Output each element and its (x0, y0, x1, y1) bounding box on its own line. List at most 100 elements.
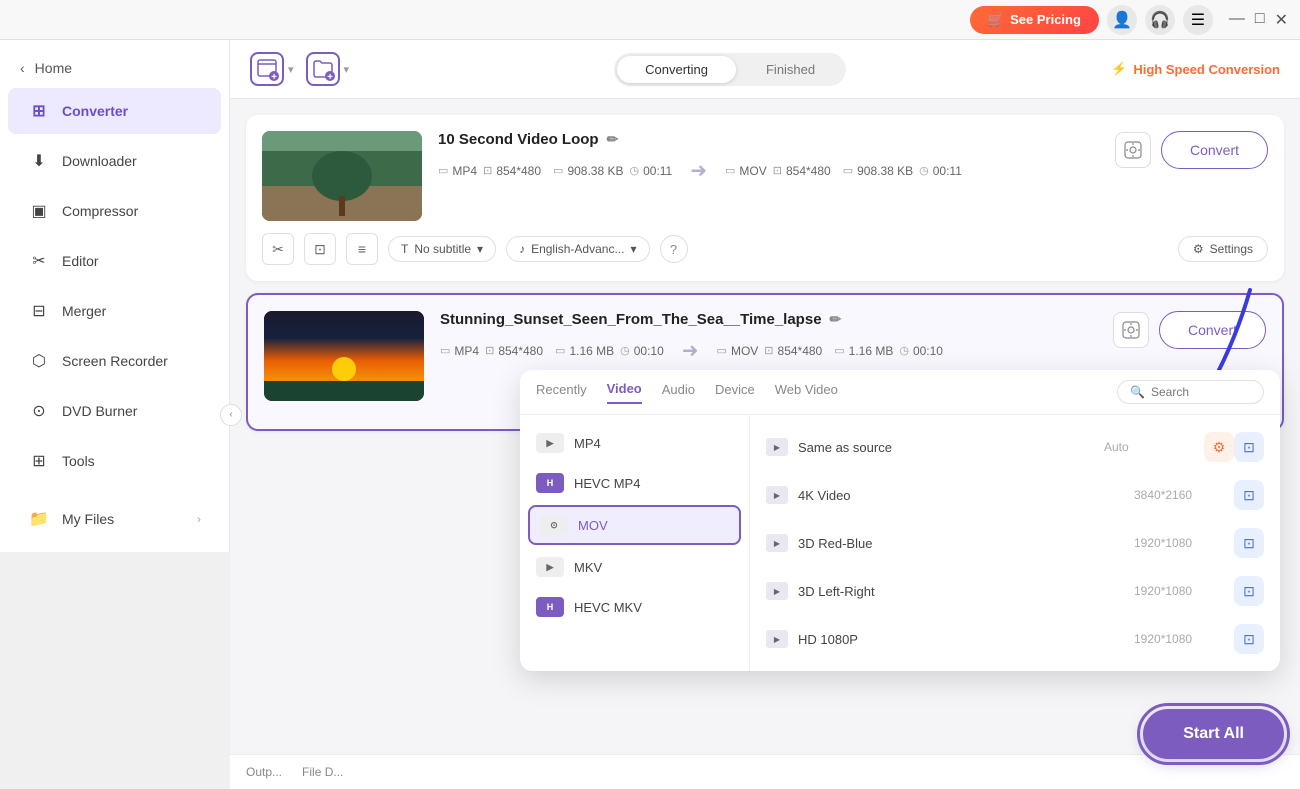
format-option-mkv[interactable]: ▶ MKV (520, 547, 749, 587)
conversion-arrow-2: ➜ (682, 338, 699, 363)
format-right-panel: ▶ Same as source Auto ⚙ ⊡ ▶ 4K Video 384… (750, 415, 1280, 671)
file-2-title: Stunning_Sunset_Seen_From_The_Sea__Time_… (440, 311, 1097, 328)
preset-copy-3d-red-blue[interactable]: ⊡ (1234, 528, 1264, 558)
start-all-button[interactable]: Start All (1143, 709, 1284, 759)
sidebar-item-compressor[interactable]: ▣ Compressor (8, 188, 221, 234)
format-left-panel: ▶ MP4 H HEVC MP4 ⊙ MOV ▶ MKV (520, 415, 750, 671)
chevron-left-icon: ‹ (20, 60, 25, 76)
preset-copy-3d-left-right[interactable]: ⊡ (1234, 576, 1264, 606)
output-path-label: Outp... (246, 765, 282, 779)
sidebar-item-screen-recorder[interactable]: ⬡ Screen Recorder (8, 338, 221, 384)
file-2-info: Stunning_Sunset_Seen_From_The_Sea__Time_… (440, 311, 1097, 363)
file-1-src-size: ▭ 908.38 KB (553, 164, 623, 178)
chevron-right-icon: › (197, 512, 201, 526)
preset-copy-4k-video[interactable]: ⊡ (1234, 480, 1264, 510)
format-option-mov[interactable]: ⊙ MOV (528, 505, 741, 545)
language-dropdown-1[interactable]: ♪ English-Advanc... ▾ (506, 236, 649, 262)
file-1-src-meta: ▭ MP4 ⊡ 854*480 ▭ 908.38 (438, 162, 672, 180)
format-preset-3d-red-blue[interactable]: ▶ 3D Red-Blue 1920*1080 ⊡ (750, 519, 1280, 567)
file-1-convert-button[interactable]: Convert (1161, 131, 1268, 169)
cut-button-1[interactable]: ✂ (262, 233, 294, 265)
format-tab-device[interactable]: Device (715, 382, 755, 403)
file-destination-label: File D... (302, 765, 343, 779)
tab-finished[interactable]: Finished (738, 56, 843, 83)
format-option-hevc-mp4[interactable]: H HEVC MP4 (520, 463, 749, 503)
file-2-edit-icon[interactable]: ✏ (830, 311, 842, 328)
format-option-mp4[interactable]: ▶ MP4 (520, 423, 749, 463)
sidebar-item-my-files[interactable]: 📁 My Files › (8, 496, 221, 542)
sidebar-item-downloader[interactable]: ⬇ Downloader (8, 138, 221, 184)
menu-icon[interactable]: ☰ (1183, 5, 1213, 35)
settings-text-button-1[interactable]: ⚙ Settings (1178, 236, 1268, 262)
sidebar-collapse-button[interactable]: ‹ (220, 404, 242, 426)
preset-icon: ▶ (766, 486, 788, 504)
file-1-thumbnail (262, 131, 422, 221)
file-1-dst-meta: ▭ MOV ⊡ 854*480 ▭ 908.38 (725, 162, 962, 180)
tab-group: Converting Finished (361, 53, 1099, 86)
format-preset-3d-left-right[interactable]: ▶ 3D Left-Right 1920*1080 ⊡ (750, 567, 1280, 615)
hevc-mkv-format-icon: H (536, 597, 564, 617)
mp4-format-icon: ▶ (536, 433, 564, 453)
subtitle-icon: T (401, 242, 408, 256)
file-1-edit-icon[interactable]: ✏ (607, 131, 619, 148)
format-search-input[interactable] (1151, 385, 1251, 399)
svg-text:+: + (271, 72, 277, 81)
preset-icon: ▶ (766, 630, 788, 648)
file-1-settings-button[interactable] (1115, 132, 1151, 168)
format-tab-audio[interactable]: Audio (662, 382, 695, 403)
mkv-format-icon: ▶ (536, 557, 564, 577)
file-2-settings-button[interactable] (1113, 312, 1149, 348)
format-preset-hd-1080p[interactable]: ▶ HD 1080P 1920*1080 ⊡ (750, 615, 1280, 663)
sidebar-item-merger[interactable]: ⊟ Merger (8, 288, 221, 334)
format-option-hevc-mkv[interactable]: H HEVC MKV (520, 587, 749, 627)
main-toolbar: + ▾ + ▾ Converting Finished (230, 40, 1300, 99)
minimize-button[interactable]: — (1229, 10, 1245, 30)
format-preset-same-as-source[interactable]: ▶ Same as source Auto ⚙ ⊡ (750, 423, 1280, 471)
preset-action-same-as-source[interactable]: ⚙ (1204, 432, 1234, 462)
headset-icon[interactable]: 🎧 (1145, 5, 1175, 35)
mov-format-icon: ⊙ (540, 515, 568, 535)
format-preset-4k-video[interactable]: ▶ 4K Video 3840*2160 ⊡ (750, 471, 1280, 519)
file-2-dst-duration: ◷ 00:10 (899, 344, 943, 358)
file-2-meta: ▭ MP4 ⊡ 854*480 ▭ 1.16 MB (440, 338, 1097, 363)
add-file-button[interactable]: + ▾ (250, 52, 294, 86)
file-2-thumbnail (264, 311, 424, 401)
format-tab-video[interactable]: Video (607, 381, 642, 404)
preset-icon: ▶ (766, 534, 788, 552)
see-pricing-button[interactable]: 🛒 See Pricing (970, 6, 1099, 34)
subtitle-dropdown-1[interactable]: T No subtitle ▾ (388, 236, 496, 262)
add-folder-button[interactable]: + ▾ (306, 52, 350, 86)
format-icon: ▭ (725, 164, 735, 177)
preset-copy-hd-1080p[interactable]: ⊡ (1234, 624, 1264, 654)
format-search-box[interactable]: 🔍 (1117, 380, 1264, 404)
sidebar-item-converter[interactable]: ⊞ Converter (8, 88, 221, 134)
sidebar-item-editor[interactable]: ✂ Editor (8, 238, 221, 284)
crop-button-1[interactable]: ⊡ (304, 233, 336, 265)
size-icon: ▭ (843, 164, 853, 177)
my-files-icon: 📁 (28, 508, 50, 530)
format-tab-recently[interactable]: Recently (536, 382, 587, 403)
sidebar-item-home[interactable]: ‹ Home (0, 50, 229, 86)
close-button[interactable]: ✕ (1275, 10, 1288, 30)
help-button-1[interactable]: ? (660, 235, 688, 263)
maximize-button[interactable]: □ (1255, 10, 1265, 30)
sidebar-item-tools[interactable]: ⊞ Tools (8, 438, 221, 484)
preset-copy-same-as-source[interactable]: ⊡ (1234, 432, 1264, 462)
file-1-info: 10 Second Video Loop ✏ ▭ MP4 ⊡ (438, 131, 1099, 183)
duration-icon: ◷ (620, 344, 630, 357)
file-2-actions: Convert (1113, 311, 1266, 349)
file-1-dst-size: ▭ 908.38 KB (843, 164, 913, 178)
effects-button-1[interactable]: ≡ (346, 233, 378, 265)
format-tab-web-video[interactable]: Web Video (775, 382, 838, 403)
app-body: ‹ Home ⊞ Converter ⬇ Downloader ▣ Compre… (0, 40, 1300, 789)
preset-icon: ▶ (766, 582, 788, 600)
hevc-mp4-format-icon: H (536, 473, 564, 493)
high-speed-button[interactable]: ⚡ High Speed Conversion (1111, 61, 1280, 77)
tab-converting[interactable]: Converting (617, 56, 736, 83)
sidebar-item-dvd-burner[interactable]: ⊙ DVD Burner (8, 388, 221, 434)
duration-icon: ◷ (629, 164, 639, 177)
account-icon[interactable]: 👤 (1107, 5, 1137, 35)
add-folder-icon: + (306, 52, 340, 86)
file-2-convert-button[interactable]: Convert (1159, 311, 1266, 349)
file-1-meta: ▭ MP4 ⊡ 854*480 ▭ 908.38 (438, 158, 1099, 183)
